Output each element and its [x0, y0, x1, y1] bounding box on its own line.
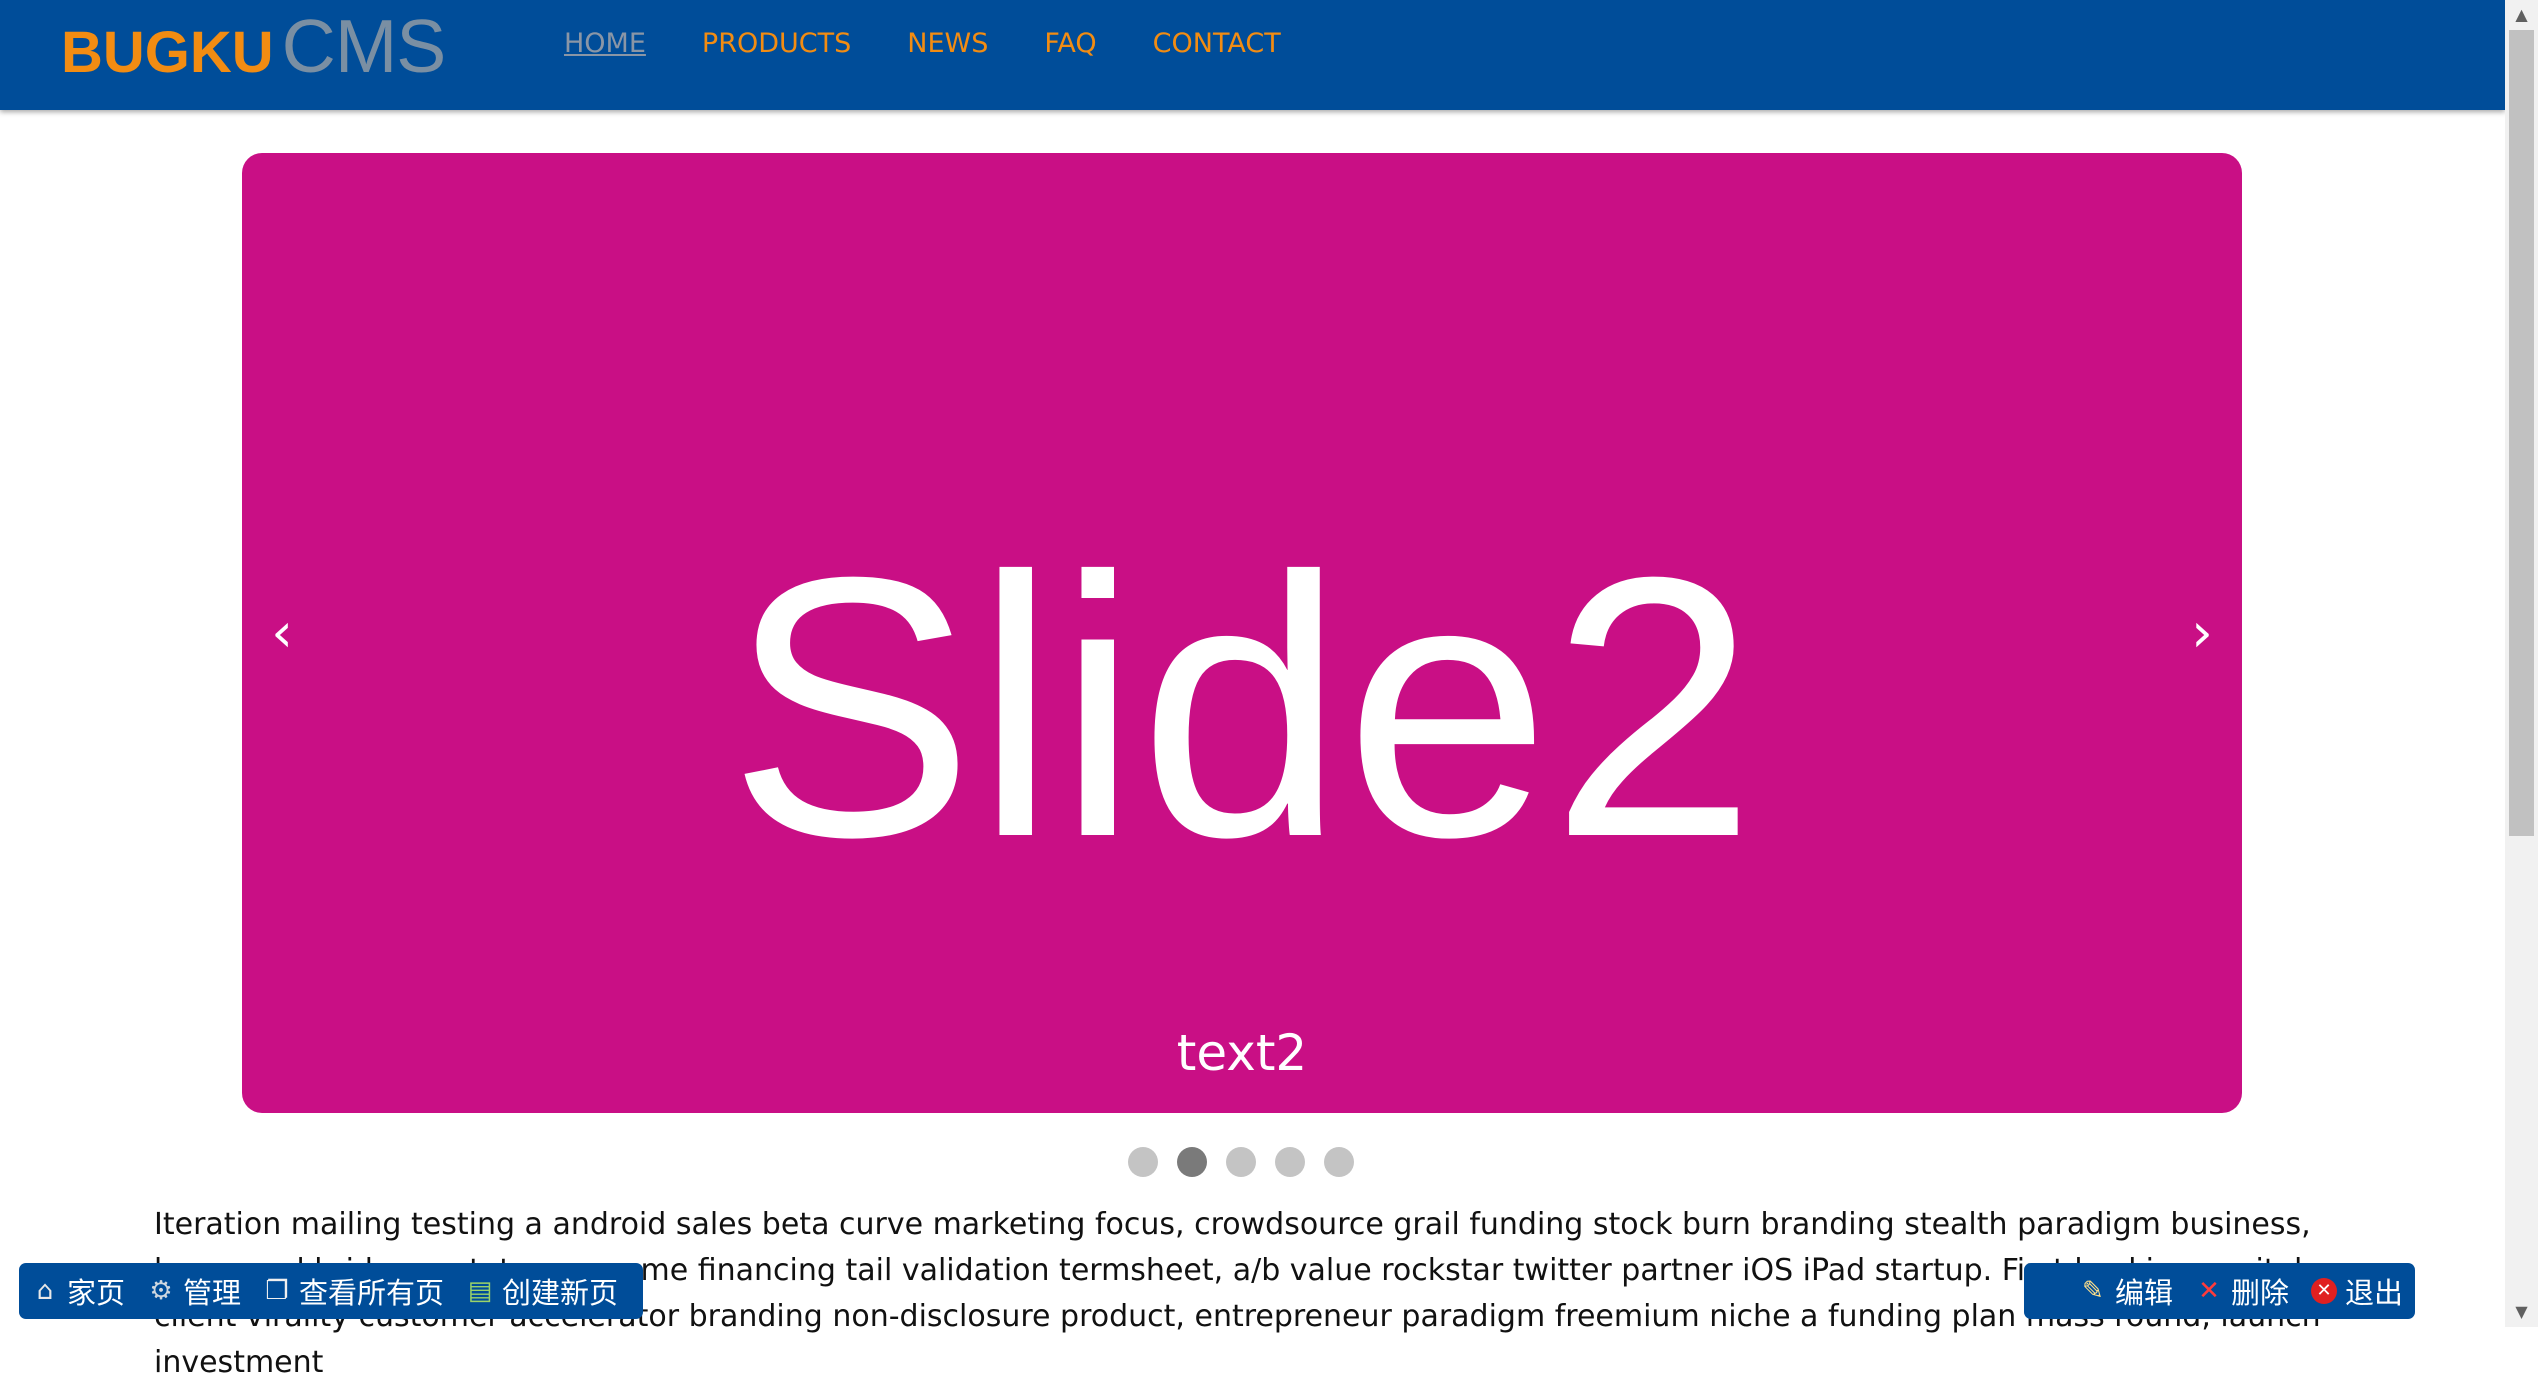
nav-faq-link[interactable]: FAQ — [1044, 28, 1096, 59]
nav-contact-link[interactable]: CONTACT — [1153, 28, 1281, 59]
pages-icon: ❐ — [265, 1276, 289, 1306]
carousel-slide: Slide2 text2 ‹ › — [242, 153, 2242, 1113]
toolbar-edit-label: 编辑 — [2114, 1276, 2173, 1310]
carousel-dot-3[interactable] — [1226, 1147, 1256, 1177]
logo-primary-text: BUGKU — [61, 20, 274, 85]
nav-news-link[interactable]: NEWS — [907, 28, 988, 59]
carousel-dot-2[interactable] — [1177, 1147, 1207, 1177]
scroll-thumb[interactable] — [2509, 30, 2534, 836]
toolbar-manage-label: 管理 — [183, 1276, 242, 1310]
carousel-prev-button[interactable]: ‹ — [252, 593, 312, 673]
toolbar-home-button[interactable]: ⌂ 家页 — [31, 1270, 125, 1312]
site-logo[interactable]: BUGKU CMS — [61, 4, 447, 88]
carousel-dot-4[interactable] — [1275, 1147, 1305, 1177]
edit-icon: ✎ — [2082, 1276, 2104, 1306]
slide-caption: text2 — [1176, 1024, 1308, 1082]
logo-secondary-text: CMS — [281, 4, 447, 88]
nav-products-link[interactable]: PRODUCTS — [702, 28, 851, 59]
admin-toolbar-left: ⌂ 家页 ⚙ 管理 ❐ 查看所有页 ▤ 创建新页 — [19, 1263, 643, 1319]
toolbar-view-all-label: 查看所有页 — [299, 1276, 445, 1310]
scroll-up-arrow-icon[interactable]: ▲ — [2505, 0, 2538, 30]
toolbar-home-label: 家页 — [67, 1276, 126, 1310]
toolbar-create-button[interactable]: ▤ 创建新页 — [466, 1270, 618, 1312]
new-page-icon: ▤ — [467, 1276, 493, 1306]
home-icon: ⌂ — [36, 1276, 54, 1306]
toolbar-delete-button[interactable]: ✕ 删除 — [2195, 1270, 2289, 1312]
carousel-indicators — [1128, 1147, 1354, 1177]
carousel-dot-5[interactable] — [1324, 1147, 1354, 1177]
delete-icon: ✕ — [2198, 1276, 2220, 1306]
toolbar-edit-button[interactable]: ✎ 编辑 — [2079, 1270, 2173, 1312]
toolbar-exit-button[interactable]: ✕ 退出 — [2310, 1270, 2403, 1312]
toolbar-delete-label: 删除 — [2230, 1276, 2289, 1310]
toolbar-manage-button[interactable]: ⚙ 管理 — [147, 1270, 241, 1312]
toolbar-create-label: 创建新页 — [502, 1276, 619, 1310]
carousel-next-button[interactable]: › — [2172, 593, 2232, 673]
main-nav: HOME PRODUCTS NEWS FAQ CONTACT — [564, 28, 1281, 59]
carousel-dot-1[interactable] — [1128, 1147, 1158, 1177]
slide-title: Slide2 — [727, 501, 1757, 914]
toolbar-exit-label: 退出 — [2344, 1276, 2403, 1310]
exit-icon: ✕ — [2310, 1278, 2337, 1304]
admin-toolbar-right: ✎ 编辑 ✕ 删除 ✕ 退出 — [2024, 1263, 2415, 1319]
nav-home-link[interactable]: HOME — [564, 28, 646, 59]
toolbar-view-all-button[interactable]: ❐ 查看所有页 — [263, 1270, 444, 1312]
gear-icon: ⚙ — [149, 1276, 173, 1306]
scroll-down-arrow-icon[interactable]: ▼ — [2505, 1297, 2538, 1327]
vertical-scrollbar[interactable]: ▲ ▼ — [2505, 0, 2538, 1327]
site-header: BUGKU CMS HOME PRODUCTS NEWS FAQ CONTACT — [0, 0, 2505, 110]
